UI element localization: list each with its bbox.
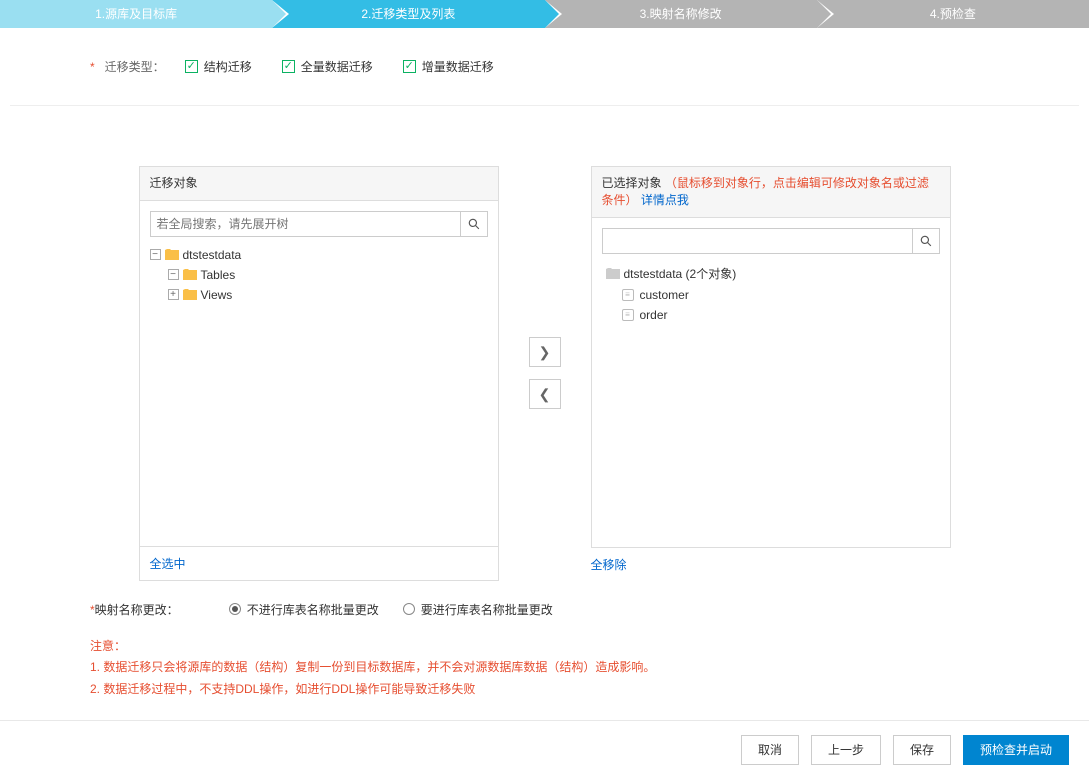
search-icon [468, 218, 480, 230]
folder-icon [165, 249, 179, 260]
source-select-all-link[interactable]: 全选中 [140, 546, 498, 580]
notice-line-1: 1. 数据迁移只会将源库的数据（结构）复制一份到目标数据库，并不会对源数据库数据… [90, 657, 999, 679]
target-panel-head: 已选择对象 （鼠标移到对象行，点击编辑可修改对象名或过滤条件） 详情点我 [591, 166, 951, 218]
expander-minus-icon[interactable]: − [168, 269, 179, 280]
source-tree: − dtstestdata − Tables + [150, 245, 488, 305]
checkbox-full-label: 全量数据迁移 [301, 58, 373, 75]
notice-block: 注意： 1. 数据迁移只会将源库的数据（结构）复制一份到目标数据库，并不会对源数… [10, 618, 1079, 701]
radio-yes-rename[interactable] [403, 603, 415, 615]
target-tree: dtstestdata (2个对象) ≡ customer ≡ order [602, 262, 940, 325]
stepper: 1.源库及目标库 2.迁移类型及列表 3.映射名称修改 4.预检查 [0, 0, 1089, 28]
move-right-button[interactable]: ❯ [529, 337, 561, 367]
folder-icon [183, 269, 197, 280]
tree-node-views[interactable]: + Views [150, 285, 488, 305]
tree-node-order[interactable]: ≡ order [602, 305, 940, 325]
step-3[interactable]: 3.映射名称修改 [545, 0, 817, 28]
tree-node-label: dtstestdata [183, 248, 242, 262]
rename-row: *映射名称更改： 不进行库表名称批量更改 要进行库表名称批量更改 [10, 591, 1079, 618]
footer: 取消 上一步 保存 预检查并启动 [0, 720, 1089, 779]
checkbox-incremental-label: 增量数据迁移 [422, 58, 494, 75]
folder-icon [183, 289, 197, 300]
tree-node-label: dtstestdata (2个对象) [624, 265, 737, 282]
expander-minus-icon[interactable]: − [150, 249, 161, 260]
tree-node-customer[interactable]: ≡ customer [602, 285, 940, 305]
tree-node-db[interactable]: − dtstestdata [150, 245, 488, 265]
required-asterisk: * [90, 60, 95, 74]
chevron-left-icon: ❮ [539, 386, 551, 403]
table-icon: ≡ [622, 289, 634, 301]
step-1[interactable]: 1.源库及目标库 [0, 0, 272, 28]
tree-node-label: customer [640, 288, 689, 302]
source-search-button[interactable] [460, 211, 488, 237]
step-4[interactable]: 4.预检查 [817, 0, 1089, 28]
source-search-input[interactable] [150, 211, 460, 237]
folder-icon [606, 268, 620, 279]
tree-node-label: Tables [201, 268, 236, 282]
expander-plus-icon[interactable]: + [168, 289, 179, 300]
target-search-input[interactable] [602, 228, 912, 254]
target-remove-all-link[interactable]: 全移除 [591, 548, 951, 581]
target-search-button[interactable] [912, 228, 940, 254]
checkbox-structure[interactable]: ✓ [185, 60, 198, 73]
table-icon: ≡ [622, 309, 634, 321]
transfer-buttons: ❯ ❮ [529, 166, 561, 581]
source-panel: 迁移对象 − dtstestdata [139, 166, 499, 581]
tree-node-db[interactable]: dtstestdata (2个对象) [602, 262, 940, 285]
rename-label: 映射名称更改： [95, 603, 179, 617]
radio-no-rename-label: 不进行库表名称批量更改 [247, 601, 379, 618]
tree-node-label: order [640, 308, 668, 322]
checkbox-structure-label: 结构迁移 [204, 58, 252, 75]
tree-node-tables[interactable]: − Tables [150, 265, 488, 285]
target-detail-link[interactable]: 详情点我 [641, 193, 689, 207]
target-panel-title: 已选择对象 [602, 176, 662, 190]
search-icon [920, 235, 932, 247]
target-panel: 已选择对象 （鼠标移到对象行，点击编辑可修改对象名或过滤条件） 详情点我 [591, 166, 951, 581]
migration-type-label: 迁移类型： [105, 58, 165, 75]
cancel-button[interactable]: 取消 [741, 735, 799, 765]
radio-yes-rename-label: 要进行库表名称批量更改 [421, 601, 553, 618]
checkbox-full[interactable]: ✓ [282, 60, 295, 73]
dual-panel: 迁移对象 − dtstestdata [10, 126, 1079, 591]
notice-line-2: 2. 数据迁移过程中，不支持DDL操作，如进行DDL操作可能导致迁移失败 [90, 679, 999, 701]
tree-node-label: Views [201, 288, 233, 302]
notice-head: 注意： [90, 636, 999, 658]
save-button[interactable]: 保存 [893, 735, 951, 765]
prev-button[interactable]: 上一步 [811, 735, 881, 765]
source-panel-head: 迁移对象 [140, 167, 498, 201]
step-2[interactable]: 2.迁移类型及列表 [272, 0, 544, 28]
precheck-start-button[interactable]: 预检查并启动 [963, 735, 1069, 765]
chevron-right-icon: ❯ [539, 344, 551, 361]
move-left-button[interactable]: ❮ [529, 379, 561, 409]
checkbox-incremental[interactable]: ✓ [403, 60, 416, 73]
migration-type-row: * 迁移类型： ✓ 结构迁移 ✓ 全量数据迁移 ✓ 增量数据迁移 [10, 58, 1079, 106]
radio-no-rename[interactable] [229, 603, 241, 615]
